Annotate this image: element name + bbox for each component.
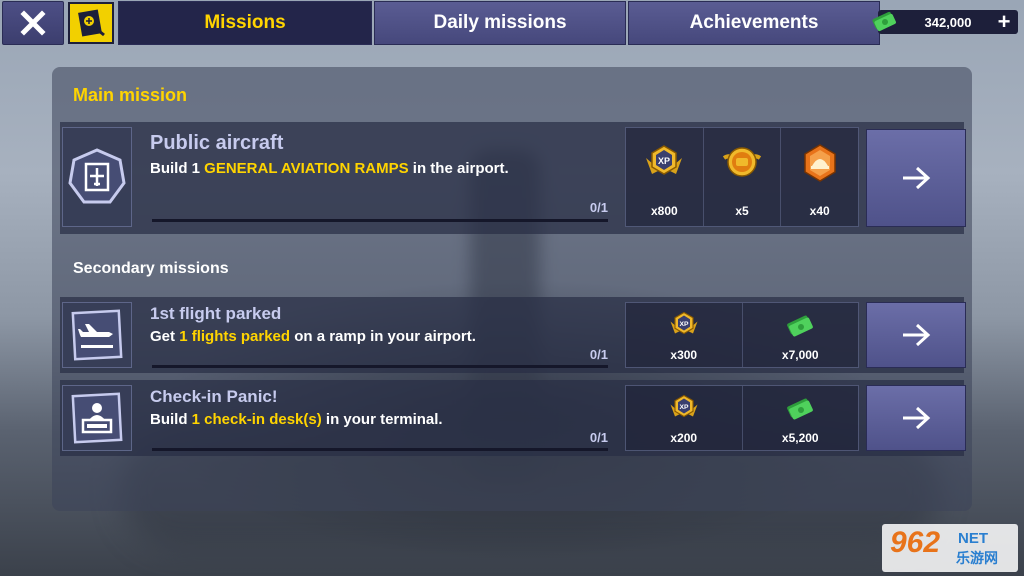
reward-item: XP x300 [626, 303, 743, 367]
reward-item: x5 [704, 128, 782, 226]
cash-icon [872, 11, 896, 32]
progress-bar [152, 219, 608, 222]
main-mission-row: Public aircraft Build 1 GENERAL AVIATION… [60, 122, 966, 234]
tab-daily-missions[interactable]: Daily missions [374, 1, 626, 45]
tab-missions[interactable]: Missions [118, 1, 372, 45]
progress-bar [152, 448, 608, 451]
missions-panel: Main mission Public aircraft Build 1 GEN… [52, 67, 972, 511]
mission-name: Public aircraft [150, 132, 284, 154]
reward-item: x40 [781, 128, 858, 226]
arrow-right-icon [903, 166, 931, 190]
site-watermark: 962 NET 乐游网 [882, 524, 1018, 572]
progress-text: 0/1 [589, 347, 608, 362]
svg-text:XP: XP [679, 404, 689, 411]
watermark-cn: 乐游网 [956, 550, 998, 566]
desc-highlight: 1 flights parked [179, 328, 291, 345]
check-in-desk-icon [71, 392, 123, 444]
mission-name: Check-in Panic! [150, 387, 278, 406]
progress-text: 0/1 [589, 200, 608, 215]
svg-text:XP: XP [658, 156, 670, 166]
rewards-box: XP x800 x5 x40 [625, 127, 859, 227]
xp-badge-icon: XP [670, 311, 698, 335]
mission-book-icon[interactable] [68, 2, 114, 44]
reward-quantity: x40 [809, 204, 830, 218]
xp-badge-icon: XP [646, 145, 683, 175]
desc-text: in your terminal. [321, 411, 443, 428]
arrow-right-icon [903, 406, 931, 430]
desc-highlight: GENERAL AVIATION RAMPS [204, 160, 409, 177]
mission-icon [62, 302, 132, 368]
xp-badge-icon: XP [670, 394, 698, 418]
secondary-missions-title: Secondary missions [73, 260, 229, 277]
mission-description: Build 1 check-in desk(s) in your termina… [150, 411, 443, 428]
add-currency-button[interactable]: + [994, 11, 1014, 33]
arrow-right-icon [903, 323, 931, 347]
reward-quantity: x7,000 [781, 348, 819, 362]
top-bar: Missions Daily missions Achievements 342… [0, 0, 1024, 46]
rewards-box: XP x300 x7,000 [625, 302, 859, 368]
watermark-net: NET [958, 530, 988, 547]
mission-icon [62, 385, 132, 451]
gold-medal-icon [722, 147, 762, 177]
desc-text: Build 1 [150, 160, 205, 177]
desc-highlight: 1 check-in desk(s) [191, 411, 322, 428]
svg-text:XP: XP [679, 321, 689, 328]
aviation-ramp-icon [68, 148, 126, 204]
go-to-mission-button[interactable] [866, 302, 966, 368]
currency-amount: 342,000 [924, 14, 972, 30]
close-button[interactable] [2, 1, 64, 45]
watermark-number: 962 [890, 526, 941, 559]
secondary-mission-row: 1st flight parked Get 1 flights parked o… [60, 297, 966, 373]
reward-quantity: x200 [670, 431, 698, 445]
cash-icon [787, 398, 814, 420]
reward-quantity: x5,200 [781, 431, 819, 445]
mission-icon [62, 127, 132, 227]
desc-text: in the airport. [408, 160, 509, 177]
flight-parked-icon [71, 309, 123, 361]
mission-description: Build 1 GENERAL AVIATION RAMPS in the ai… [150, 160, 509, 177]
reward-quantity: x5 [735, 204, 749, 218]
desc-text: on a ramp in your airport. [290, 328, 476, 345]
worker-helmet-icon [803, 144, 836, 182]
tab-achievements[interactable]: Achievements [628, 1, 880, 45]
reward-item: x5,200 [743, 386, 859, 450]
go-to-mission-button[interactable] [866, 129, 966, 227]
reward-item: XP x200 [626, 386, 743, 450]
main-mission-title: Main mission [73, 85, 188, 105]
reward-quantity: x800 [650, 204, 678, 218]
rewards-box: XP x200 x5,200 [625, 385, 859, 451]
close-icon [20, 10, 46, 36]
mission-name: 1st flight parked [150, 304, 282, 323]
reward-item: XP x800 [626, 128, 704, 226]
reward-quantity: x300 [670, 348, 698, 362]
currency-display: 342,000 + [872, 10, 1018, 34]
progress-text: 0/1 [589, 430, 608, 445]
mission-description: Get 1 flights parked on a ramp in your a… [150, 328, 476, 345]
reward-item: x7,000 [743, 303, 859, 367]
go-to-mission-button[interactable] [866, 385, 966, 451]
desc-text: Get [150, 328, 180, 345]
desc-text: Build [150, 411, 192, 428]
secondary-mission-row: Check-in Panic! Build 1 check-in desk(s)… [60, 380, 966, 456]
progress-bar [152, 365, 608, 368]
cash-icon [787, 315, 814, 337]
